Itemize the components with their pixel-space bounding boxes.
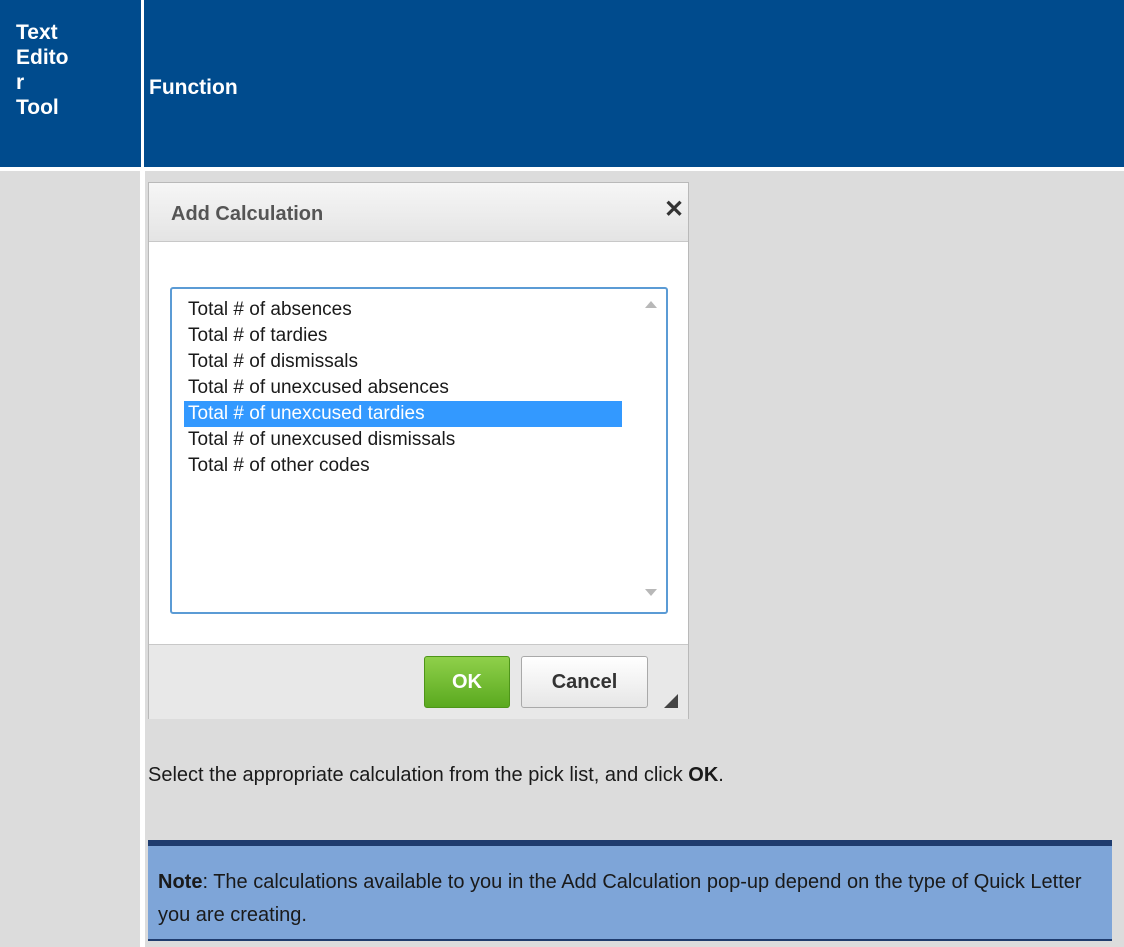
instruction-period: .: [718, 764, 724, 786]
row-divider: [0, 167, 1124, 171]
note-label: Note: [158, 871, 203, 893]
note-body: : The calculations available to you in t…: [158, 871, 1082, 926]
scroll-down-arrow-icon[interactable]: [645, 589, 657, 596]
body-cell-tool: [0, 167, 140, 947]
header-tool-line: Tool: [16, 96, 59, 119]
add-calculation-dialog: Add Calculation ✕ Total # of absences To…: [148, 182, 689, 719]
dialog-footer: OK Cancel: [149, 644, 688, 719]
note-text: Note: The calculations available to you …: [158, 866, 1088, 932]
page: Text Edito r Tool Function Add Calculati…: [0, 0, 1124, 947]
header-column-divider: [140, 0, 145, 167]
header-tool-line: r: [16, 71, 25, 94]
note-top-border: [148, 840, 1112, 846]
dialog-title: Add Calculation: [171, 203, 324, 225]
dialog-titlebar: Add Calculation ✕: [149, 183, 688, 242]
cancel-button[interactable]: Cancel: [521, 656, 648, 708]
ok-button[interactable]: OK: [424, 656, 510, 708]
list-item[interactable]: Total # of other codes: [184, 453, 622, 479]
instruction-ok-bold: OK: [688, 764, 719, 786]
header-tool-line: Edito: [16, 46, 69, 69]
header-cell-function: Function: [145, 0, 1124, 167]
resize-grip-icon[interactable]: [664, 694, 678, 708]
header-function-label: Function: [149, 76, 238, 99]
list-item[interactable]: Total # of tardies: [184, 323, 622, 349]
list-item[interactable]: Total # of unexcused absences: [184, 375, 622, 401]
note-box: Note: The calculations available to you …: [148, 840, 1112, 941]
header-cell-tool: Text Edito r Tool: [0, 0, 140, 167]
header-tool-label: Text Edito r Tool: [16, 20, 76, 120]
list-item-selected[interactable]: Total # of unexcused tardies: [184, 401, 622, 427]
calculation-options: Total # of absences Total # of tardies T…: [184, 297, 622, 479]
scroll-up-arrow-icon[interactable]: [645, 301, 657, 308]
list-item[interactable]: Total # of dismissals: [184, 349, 622, 375]
instruction-text: Select the appropriate calculation from …: [148, 764, 724, 787]
close-icon[interactable]: ✕: [664, 195, 684, 224]
list-item[interactable]: Total # of absences: [184, 297, 622, 323]
note-bottom-border: [148, 939, 1112, 941]
header-tool-line: Text: [16, 21, 58, 44]
instruction-main: Select the appropriate calculation from …: [148, 764, 689, 786]
calculation-listbox[interactable]: Total # of absences Total # of tardies T…: [170, 287, 668, 614]
list-item[interactable]: Total # of unexcused dismissals: [184, 427, 622, 453]
